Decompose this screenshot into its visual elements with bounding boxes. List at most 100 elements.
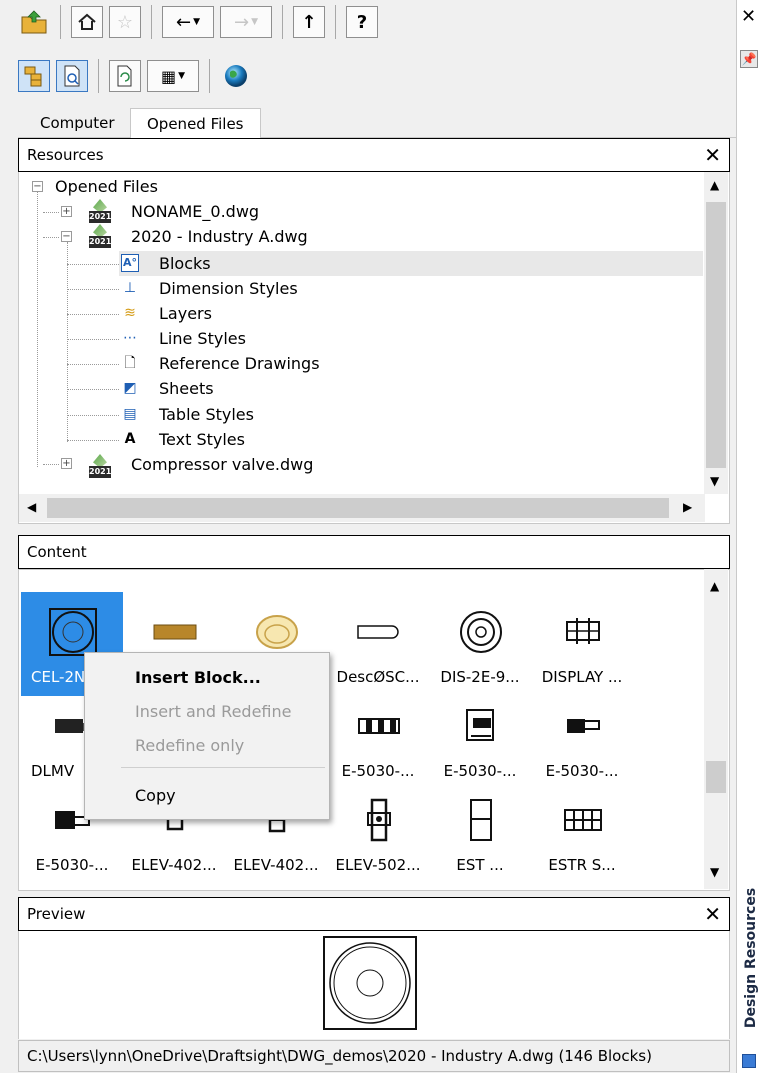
- home-button[interactable]: [71, 6, 103, 38]
- block-label: DescØSC...: [336, 668, 420, 686]
- toolbar-separator: [151, 5, 152, 39]
- text-styles-icon: A: [124, 431, 136, 447]
- design-resources-tab[interactable]: Design Resources: [737, 870, 760, 1050]
- tree-horizontal-scrollbar[interactable]: ◀ ▶: [19, 494, 705, 522]
- tree-connector: [67, 389, 119, 390]
- block-item[interactable]: ELEV-502...: [327, 780, 429, 884]
- tree-connector: [43, 464, 59, 465]
- refresh-button[interactable]: [109, 60, 141, 92]
- scroll-up-icon[interactable]: ▲: [710, 178, 719, 192]
- pin-icon: 📌: [741, 52, 757, 66]
- web-button[interactable]: [220, 60, 252, 92]
- resources-panel-header: Resources ✕: [18, 138, 730, 172]
- pin-button[interactable]: 📌: [740, 50, 758, 68]
- close-palette-button[interactable]: ✕: [741, 8, 756, 26]
- close-icon: ✕: [704, 902, 721, 926]
- tab-opened-files[interactable]: Opened Files: [130, 108, 261, 139]
- tree-item-label: Dimension Styles: [159, 279, 298, 298]
- tree-root-label: Opened Files: [55, 177, 158, 196]
- tree-root-opened-files[interactable]: Opened Files: [55, 174, 158, 199]
- block-thumbnail: [557, 794, 609, 846]
- tab-computer[interactable]: Computer: [24, 108, 131, 139]
- scroll-left-icon[interactable]: ◀: [27, 500, 36, 514]
- tree-connector: [67, 364, 119, 365]
- scroll-down-icon[interactable]: ▼: [710, 474, 719, 488]
- close-preview-button[interactable]: ✕: [704, 898, 721, 930]
- menu-copy[interactable]: Copy: [135, 783, 176, 809]
- block-context-menu: Insert Block... Insert and Redefine Rede…: [84, 652, 330, 820]
- close-resources-button[interactable]: ✕: [704, 139, 721, 171]
- block-item[interactable]: E-5030-...: [531, 686, 633, 790]
- up-button[interactable]: ↑: [293, 6, 325, 38]
- load-folder-button[interactable]: [18, 6, 50, 38]
- source-tabs: Computer Opened Files: [18, 106, 736, 139]
- tree-item-label: Layers: [159, 304, 212, 323]
- help-button[interactable]: ?: [346, 6, 378, 38]
- globe-icon: [225, 65, 247, 87]
- scroll-up-icon[interactable]: ▲: [710, 579, 719, 593]
- block-item[interactable]: EST ...: [429, 780, 531, 884]
- arrow-up-icon: ↑: [301, 11, 317, 33]
- expand-toggle[interactable]: +: [61, 458, 72, 469]
- scroll-down-icon[interactable]: ▼: [710, 865, 719, 879]
- forward-button[interactable]: → ▼: [220, 6, 272, 38]
- collapse-toggle[interactable]: −: [32, 181, 43, 192]
- block-item[interactable]: DIS-2E-9...: [429, 592, 531, 696]
- view-toolbar: ▦ ▼: [18, 54, 252, 98]
- views-dropdown-button[interactable]: ▦ ▼: [147, 60, 199, 92]
- preview-panel-title: Preview: [27, 905, 86, 923]
- dimension-styles-icon: ⊥: [123, 280, 137, 296]
- resources-panel-title: Resources: [27, 146, 104, 164]
- block-item[interactable]: E-5030-...: [327, 686, 429, 790]
- block-label: E-5030-...: [545, 762, 619, 780]
- tree-connector: [43, 212, 59, 213]
- block-thumbnail: [149, 606, 201, 658]
- resources-tree: − Opened Files + 2021 NONAME_0.dwg − 202…: [18, 172, 730, 524]
- tree-file-label: NONAME_0.dwg: [131, 202, 260, 221]
- preview-toggle-button[interactable]: [56, 60, 88, 92]
- toolbar-separator: [209, 59, 210, 93]
- scroll-thumb[interactable]: [47, 498, 669, 518]
- content-vertical-scrollbar[interactable]: ▲ ▼: [704, 569, 728, 889]
- tree-connector: [67, 339, 119, 340]
- tree-item-blocks[interactable]: A° Blocks: [119, 251, 703, 276]
- back-button[interactable]: ← ▼: [162, 6, 214, 38]
- content-panel-header: Content: [18, 535, 730, 569]
- favorites-button[interactable]: ☆: [109, 6, 141, 38]
- arrow-right-icon: →: [233, 11, 250, 33]
- expand-toggle[interactable]: +: [61, 206, 72, 217]
- block-item[interactable]: DISPLAY ...: [531, 592, 633, 696]
- block-item[interactable]: E-5030-...: [429, 686, 531, 790]
- toolbar-separator: [98, 59, 99, 93]
- tree-connector: [67, 289, 119, 290]
- tree-item-label: Text Styles: [159, 430, 245, 449]
- block-thumbnail: [557, 606, 609, 658]
- collapse-toggle[interactable]: −: [61, 231, 72, 242]
- tree-vertical-scrollbar[interactable]: ▲ ▼: [704, 172, 728, 494]
- tree-view-toggle-button[interactable]: [18, 60, 50, 92]
- preview-icon: [64, 65, 80, 87]
- block-label: DISPLAY ...: [541, 668, 623, 686]
- scroll-thumb[interactable]: [706, 202, 726, 468]
- scroll-right-icon[interactable]: ▶: [683, 500, 692, 514]
- block-label: ELEV-502...: [335, 856, 421, 874]
- tree-item-label: Reference Drawings: [159, 354, 320, 373]
- tree-file-compressor-valve[interactable]: Compressor valve.dwg: [131, 452, 313, 477]
- preview-image: [323, 936, 417, 1030]
- tree-connector: [43, 237, 59, 238]
- block-label: ELEV-402...: [233, 856, 319, 874]
- scroll-thumb[interactable]: [706, 761, 726, 793]
- tree-file-noname[interactable]: NONAME_0.dwg: [131, 199, 259, 224]
- tree-item-label: Sheets: [159, 379, 214, 398]
- preview-area: [18, 931, 730, 1039]
- block-label: ELEV-402...: [131, 856, 217, 874]
- tree-file-industry-a[interactable]: 2020 - Industry A.dwg: [131, 224, 308, 249]
- toolbar-separator: [282, 5, 283, 39]
- menu-insert-block[interactable]: Insert Block...: [135, 665, 261, 691]
- tree-item-label: Line Styles: [159, 329, 246, 348]
- block-item[interactable]: ESTR S...: [531, 780, 633, 884]
- close-icon: ✕: [704, 143, 721, 167]
- layers-icon: ≋: [124, 305, 136, 321]
- home-icon: [78, 13, 96, 30]
- block-item[interactable]: DescØSC...: [327, 592, 429, 696]
